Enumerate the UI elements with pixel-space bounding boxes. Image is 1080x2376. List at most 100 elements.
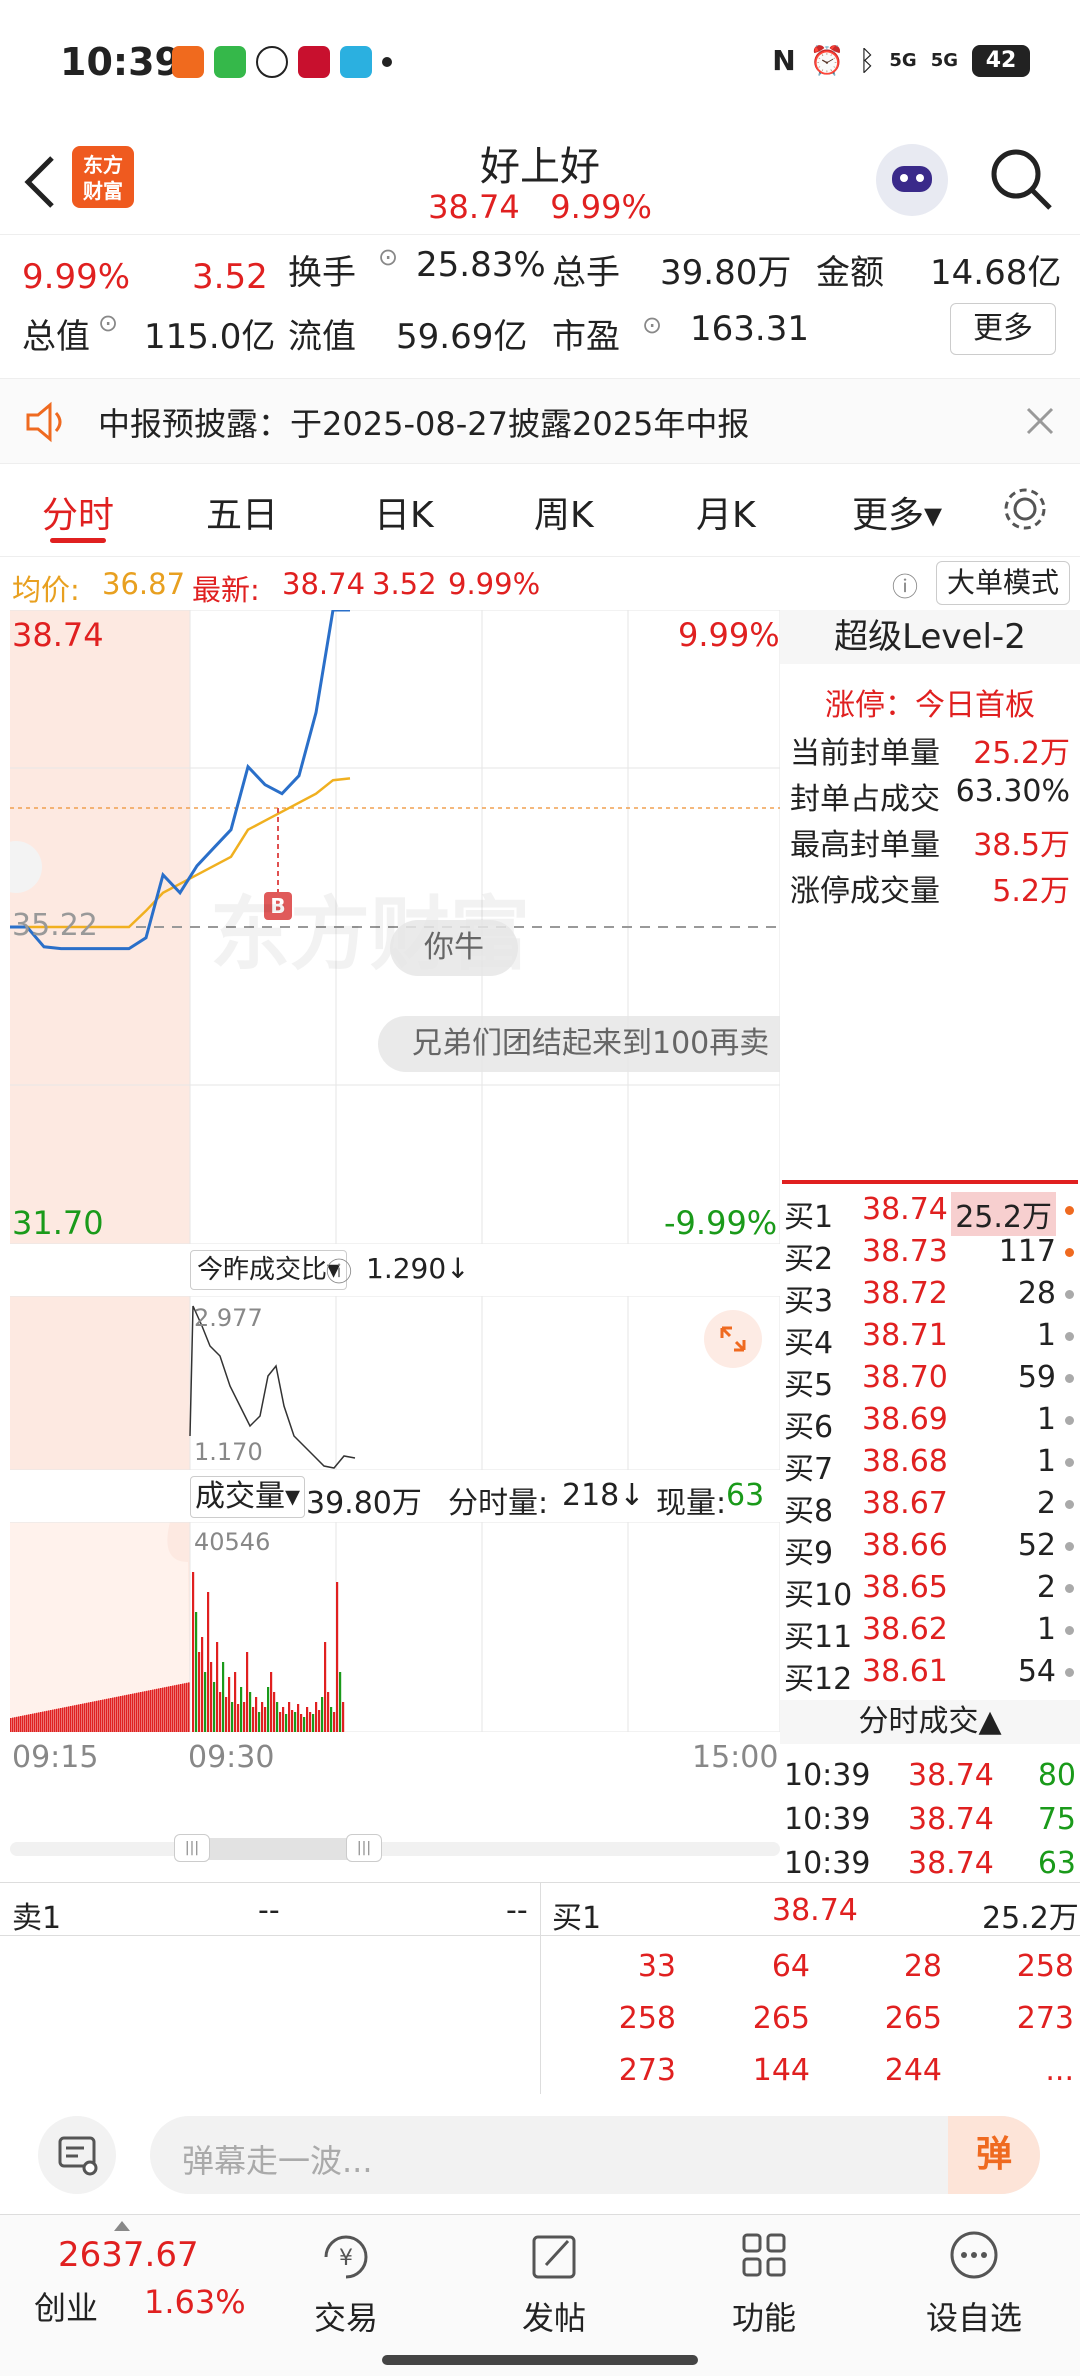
nav-trade[interactable]: ¥ 交易 (276, 2229, 416, 2339)
mktcap-label: 总值 (22, 317, 90, 357)
bid-row[interactable]: 买12 38.61 54 (784, 1654, 1080, 1697)
bid-qty: 25.2万 (951, 1192, 1056, 1236)
volume-bar (291, 1710, 294, 1732)
help-icon[interactable]: ⓘ (892, 567, 918, 604)
current-vol-label: 现量: (656, 1486, 727, 1521)
status-time: 10:39 (60, 40, 181, 84)
float-value: 59.69亿 (396, 317, 528, 357)
info-icon[interactable]: ⊙ (98, 309, 118, 337)
nav-post[interactable]: 发帖 (484, 2229, 624, 2339)
tab-monthly-k[interactable]: 月K (696, 486, 756, 538)
volume-bar (132, 1693, 134, 1732)
bid-row[interactable]: 买2 38.73 117 (784, 1234, 1080, 1277)
volume-bar (219, 1692, 222, 1732)
danmu-input[interactable]: 弹幕走一波... 弹 (150, 2116, 1040, 2194)
close-icon[interactable] (1024, 405, 1056, 437)
level2-row: 最高封单量 38.5万 (790, 828, 1070, 863)
volume-chart-svg (10, 1522, 780, 1732)
bid-row[interactable]: 买5 38.70 59 (784, 1360, 1080, 1403)
stock-header: 东方 财富 好上好 38.74 9.99% (0, 130, 1080, 234)
bid-price: 38.70 (862, 1360, 948, 1395)
search-icon[interactable] (988, 146, 1054, 212)
bid-row[interactable]: 买11 38.62 1 (784, 1612, 1080, 1655)
buy1-label: 买1 (552, 1901, 602, 1936)
help-icon[interactable]: ⓘ (326, 1252, 352, 1289)
tab-more[interactable]: 更多▾ (852, 486, 942, 538)
bid-row[interactable]: 买8 38.67 2 (784, 1486, 1080, 1529)
big-order-mode-button[interactable]: 大单模式 (936, 561, 1070, 605)
bid-row[interactable]: 买10 38.65 2 (784, 1570, 1080, 1613)
volume-bar (46, 1710, 48, 1732)
volume-bar (134, 1693, 136, 1732)
bid-row[interactable]: 买9 38.66 52 (784, 1528, 1080, 1571)
total-hands-label: 总手 (552, 253, 620, 293)
robot-assistant-icon[interactable] (876, 144, 948, 216)
app-notification-icon (214, 46, 246, 78)
bid-row[interactable]: 买1 38.74 25.2万 (784, 1192, 1080, 1236)
volume-bar (180, 1684, 182, 1732)
signal-icon: 5G (889, 50, 917, 71)
tab-five-day[interactable]: 五日 (206, 486, 278, 538)
range-handle-right[interactable]: ||| (346, 1834, 382, 1862)
volume-bar (62, 1707, 64, 1732)
tab-daily-k[interactable]: 日K (374, 486, 434, 538)
volume-bar (255, 1697, 258, 1732)
tab-weekly-k[interactable]: 周K (534, 486, 594, 538)
bid-dot-icon (1065, 1290, 1074, 1299)
home-indicator (382, 2355, 698, 2365)
bid-row[interactable]: 买7 38.68 1 (784, 1444, 1080, 1487)
settings-gear-icon[interactable] (1000, 484, 1050, 534)
nav-post-label: 发帖 (521, 2299, 586, 2337)
volume-dropdown[interactable]: 成交量▾ (190, 1476, 306, 1518)
volume-bar (54, 1709, 56, 1732)
expand-icon[interactable] (704, 1310, 762, 1368)
amount-value: 14.68亿 (930, 253, 1062, 293)
bid-label: 买12 (784, 1662, 853, 1697)
danmu-bubble: 兄弟们团结起来到100再卖 (378, 1016, 780, 1072)
trades-title[interactable]: 分时成交▲ (780, 1700, 1080, 1744)
queue-cell: 258 (1016, 1949, 1074, 1984)
index-ticker[interactable]: 2637.67 创业 1.63% (20, 2221, 246, 2335)
bid-row[interactable]: 买6 38.69 1 (784, 1402, 1080, 1445)
volume-bar (267, 1687, 270, 1732)
sell1-qty: -- (506, 1893, 528, 1928)
range-handle-left[interactable]: ||| (174, 1834, 210, 1862)
volume-bar (324, 1642, 327, 1732)
level2-title[interactable]: 超级Level-2 (780, 610, 1080, 664)
info-icon[interactable]: ⊙ (642, 311, 662, 339)
danmu-settings-icon[interactable] (38, 2116, 116, 2194)
tab-intraday[interactable]: 分时 (42, 486, 114, 538)
range-selection[interactable] (190, 1838, 354, 1860)
bid-dot-icon (1065, 1584, 1074, 1593)
minute-vol-label: 分时量: (448, 1486, 549, 1521)
bid-row[interactable]: 买4 38.71 1 (784, 1318, 1080, 1361)
volume-bar (66, 1706, 68, 1732)
danmu-send-button[interactable]: 弹 (948, 2116, 1040, 2194)
volume-bar (140, 1692, 142, 1732)
info-icon[interactable]: ⊙ (378, 243, 398, 271)
volume-bar (156, 1688, 158, 1732)
more-button[interactable]: 更多 (950, 303, 1056, 355)
range-slider[interactable]: ||| ||| (10, 1834, 780, 1862)
nav-add-watchlist[interactable]: 设自选 (904, 2229, 1044, 2339)
tab-underline (50, 538, 106, 543)
volume-bar (114, 1697, 116, 1732)
latest-change: 3.52 (372, 567, 437, 601)
app-notification-icon (172, 46, 204, 78)
nav-functions[interactable]: 功能 (694, 2229, 834, 2339)
latest-label: 最新: (192, 573, 260, 607)
bid-dot-icon (1065, 1458, 1074, 1467)
volume-bar (128, 1694, 130, 1732)
amount-label: 金额 (816, 253, 884, 293)
volume-bar (112, 1697, 114, 1732)
bid-row[interactable]: 买3 38.72 28 (784, 1276, 1080, 1319)
volume-bar (160, 1688, 162, 1732)
volume-bar (172, 1685, 174, 1732)
notice-bar[interactable]: 中报预披露：于2025-08-27披露2025年中报 (0, 378, 1080, 464)
current-vol-value: 63 (726, 1478, 765, 1513)
chevron-up-icon (114, 2221, 130, 2231)
ratio-dropdown[interactable]: 今昨成交比▾ (190, 1250, 348, 1290)
volume-bar (130, 1694, 132, 1732)
danmu-placeholder: 弹幕走一波... (182, 2142, 373, 2180)
bid-qty: 117 (998, 1234, 1056, 1269)
